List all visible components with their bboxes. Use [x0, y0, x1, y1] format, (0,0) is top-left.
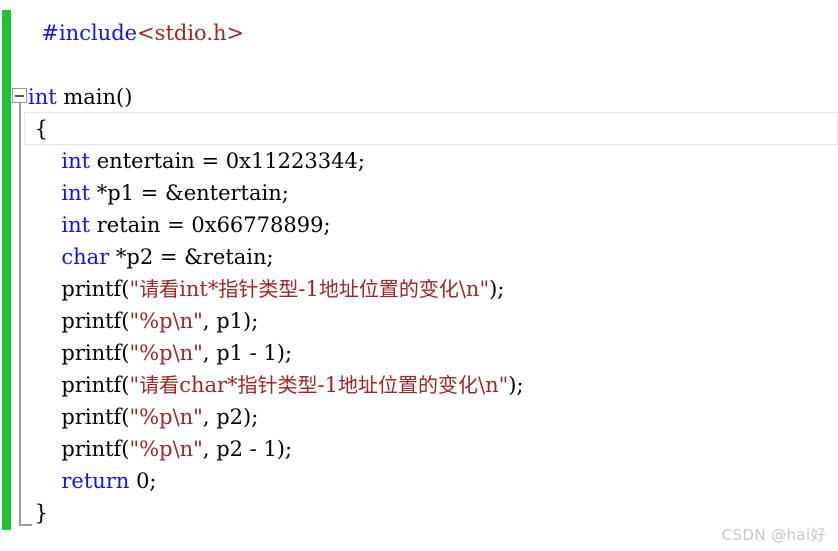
code-line[interactable]: printf("%p\n", p2 - 1); [28, 433, 292, 465]
token-string: -1 [298, 277, 319, 301]
token-string: 地址位置的变化 [318, 277, 459, 301]
code-line[interactable]: printf("%p\n", p1 - 1); [28, 337, 292, 369]
token-string: 请看 [139, 277, 180, 301]
code-line[interactable]: int entertain = 0x11223344; [28, 145, 365, 177]
token-plain: *p1 = &entertain; [90, 181, 289, 205]
code-line[interactable]: int retain = 0x66778899; [28, 209, 331, 241]
token-plain: printf( [28, 437, 130, 461]
token-plain: entertain = 0x11223344; [90, 149, 365, 173]
token-string: "%p\n" [129, 309, 203, 333]
code-line[interactable]: printf("%p\n", p2); [28, 401, 258, 433]
token-plain: } [28, 501, 49, 525]
token-keyword: return [61, 469, 130, 493]
watermark: CSDN @hai好 [721, 526, 826, 544]
code-line[interactable]: char *p2 = &retain; [28, 241, 274, 273]
token-plain: ); [508, 373, 524, 397]
code-text-layer[interactable]: #include<stdio.h> int main() { int enter… [0, 0, 838, 551]
token-keyword: int [28, 85, 57, 109]
token-plain: retain = 0x66778899; [90, 213, 331, 237]
code-line[interactable]: return 0; [28, 465, 157, 497]
token-plain: { [28, 117, 49, 141]
code-line[interactable]: int main() [28, 81, 132, 113]
token-string: "%p\n" [129, 437, 203, 461]
token-string: 指针类型 [218, 277, 299, 301]
token-plain: , p1); [202, 309, 259, 333]
token-plain: , p2); [202, 405, 259, 429]
code-line[interactable]: int *p1 = &entertain; [28, 177, 289, 209]
token-plain: *p2 = &retain; [109, 245, 274, 269]
token-string: "%p\n" [129, 341, 203, 365]
token-plain: printf( [28, 341, 130, 365]
token-plain: printf( [28, 373, 130, 397]
token-string: \n" [478, 373, 509, 397]
code-line[interactable]: #include<stdio.h> [28, 17, 244, 49]
token-string: \n" [458, 277, 490, 301]
code-editor[interactable]: #include<stdio.h> int main() { int enter… [0, 0, 838, 551]
token-preprocessor: #include [41, 21, 138, 45]
token-keyword: int [61, 149, 91, 173]
token-string: 地址位置的变化 [338, 373, 479, 397]
code-line[interactable]: } [28, 497, 48, 529]
code-line[interactable]: printf("请看int*指针类型-1地址位置的变化\n"); [28, 273, 504, 305]
token-keyword: int [61, 213, 91, 237]
token-keyword: int [61, 181, 91, 205]
code-line[interactable]: printf("%p\n", p1); [28, 305, 258, 337]
token-string: " [129, 277, 140, 301]
code-line[interactable]: { [28, 113, 48, 145]
token-plain: , p2 - 1); [202, 437, 293, 461]
token-plain: main() [56, 85, 133, 109]
token-string: 指针类型 [237, 373, 318, 397]
token-keyword: char [61, 245, 110, 269]
token-string: -1 [317, 373, 339, 397]
token-plain: printf( [28, 277, 130, 301]
token-plain: printf( [28, 309, 130, 333]
token-plain: , p1 - 1); [202, 341, 293, 365]
token-string: "%p\n" [129, 405, 203, 429]
token-string: " [129, 373, 140, 397]
code-line[interactable]: printf("请看char*指针类型-1地址位置的变化\n"); [28, 369, 524, 401]
token-string: char* [179, 373, 238, 397]
token-string: <stdio.h> [137, 21, 245, 45]
token-plain: 0; [129, 469, 157, 493]
token-string: int* [179, 277, 219, 301]
code-line[interactable] [28, 49, 35, 81]
token-string: 请看 [139, 373, 180, 397]
token-plain: printf( [28, 405, 130, 429]
token-plain: ); [489, 277, 505, 301]
